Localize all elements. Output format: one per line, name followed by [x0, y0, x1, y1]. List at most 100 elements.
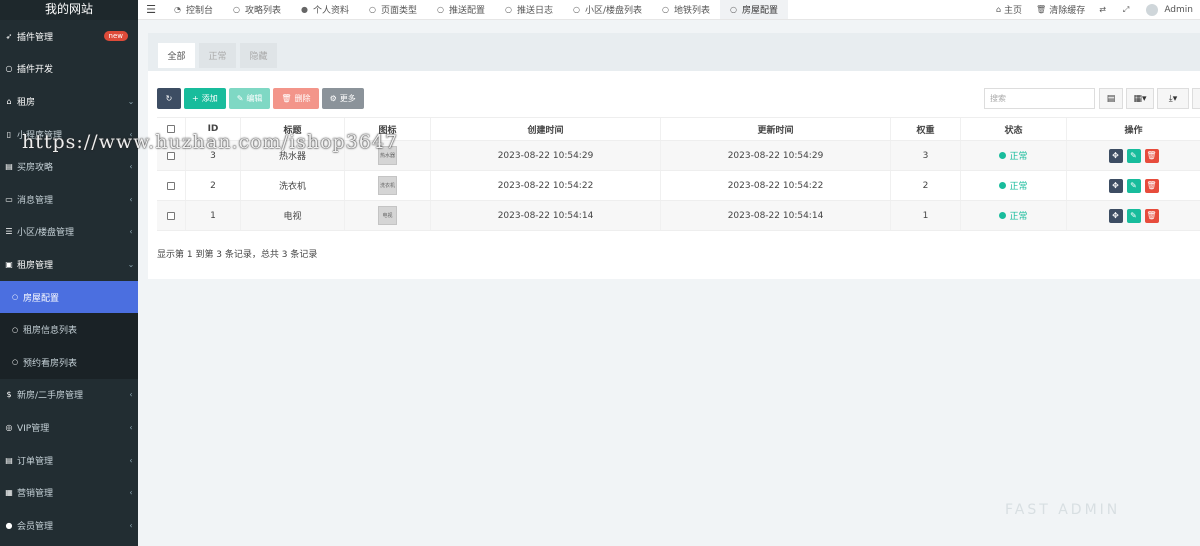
export-button[interactable]: ⤓▾: [1157, 88, 1189, 109]
status-badge[interactable]: 正常: [999, 149, 1028, 162]
status-badge[interactable]: 正常: [999, 209, 1028, 222]
user-menu[interactable]: Admin: [1139, 3, 1200, 16]
table-row[interactable]: 2 洗衣机 洗衣机 2023-08-22 10:54:22 2023-08-22 10:…: [157, 171, 1200, 201]
new-badge: new: [103, 31, 128, 42]
top-tab-label: 推送日志: [516, 6, 553, 16]
top-tab[interactable]: ◔ 控制台: [164, 0, 223, 19]
top-tab[interactable]: ○ 推送配置: [427, 0, 495, 19]
row-edit-button[interactable]: ✎: [1126, 208, 1141, 223]
status-dot-icon: [999, 152, 1007, 159]
refresh-button[interactable]: ↻: [157, 88, 181, 109]
row-delete-button[interactable]: 🗑: [1144, 148, 1159, 163]
sidebar-item[interactable]: ○ 租房信息列表: [0, 313, 138, 346]
cell-actions: ✥ ✎ 🗑: [1067, 201, 1200, 230]
sidebar-item[interactable]: ⌂ 租房 ⌄: [0, 85, 138, 118]
sidebar-item-label: 会员管理: [17, 521, 54, 532]
sidebar-item[interactable]: ○ 房屋配置: [0, 280, 138, 314]
fullscreen-icon: ⤢: [1122, 4, 1130, 14]
thumbnail-image[interactable]: 电视: [378, 206, 397, 225]
sidebar-item[interactable]: ● 会员管理 ‹: [0, 509, 138, 542]
chevron-left-icon: ‹: [129, 422, 133, 432]
tab-normal[interactable]: 正常: [199, 43, 236, 68]
top-tab[interactable]: ○ 页面类型: [359, 0, 427, 19]
sidebar: 我的网站 ➶ 插件管理 new ○ 插件开发 ⌂ 租房 ⌄ ▯ 小程序管理 ‹ ▤ 买房攻略 ‹ ▭ 消息管理…: [0, 0, 138, 546]
drag-sort-button[interactable]: ✥: [1108, 208, 1123, 223]
thumbnail-image[interactable]: 洗衣机: [378, 176, 397, 195]
sidebar-item-label: 预约看房列表: [23, 358, 78, 369]
table-row[interactable]: 1 电视 电视 2023-08-22 10:54:14 2023-08-22 10:54…: [157, 201, 1200, 231]
top-tab-label: 控制台: [185, 6, 213, 16]
menu-icon[interactable]: ☰: [138, 0, 164, 19]
drag-sort-button[interactable]: ✥: [1108, 178, 1123, 193]
tab-hidden[interactable]: 隐藏: [240, 43, 277, 68]
status-label: 正常: [1009, 182, 1028, 192]
cell-title: 洗衣机: [241, 171, 345, 200]
sidebar-item-label: VIP管理: [17, 423, 50, 434]
clear-cache-label: 清除缓存: [1049, 6, 1086, 16]
sidebar-item-label: 插件开发: [17, 65, 54, 76]
clear-cache-button[interactable]: 🗑 清除缓存: [1029, 3, 1092, 16]
header-actions: 操作: [1124, 125, 1143, 136]
circle-icon: ○: [233, 5, 240, 14]
status-label: 正常: [1009, 212, 1028, 222]
edit-button[interactable]: ✎ 编辑: [228, 88, 271, 109]
tab-all[interactable]: 全部: [158, 43, 195, 68]
top-right-menu: ⌂ 主页 🗑 清除缓存 ⇄ ⤢ Admin: [989, 0, 1200, 19]
top-tab[interactable]: ○ 攻略列表: [223, 0, 291, 19]
top-tab[interactable]: ○ 推送日志: [495, 0, 563, 19]
status-badge[interactable]: 正常: [999, 179, 1028, 192]
row-edit-button[interactable]: ✎: [1126, 178, 1141, 193]
sidebar-item-label: 租房信息列表: [23, 326, 78, 337]
sidebar-item[interactable]: ▤ 订单管理 ‹: [0, 444, 138, 477]
row-delete-button[interactable]: 🗑: [1144, 208, 1159, 223]
top-tab[interactable]: ● 个人资料: [291, 0, 359, 19]
sidebar-item[interactable]: ➶ 插件管理 new: [0, 20, 138, 53]
sidebar-menu: ➶ 插件管理 new ○ 插件开发 ⌂ 租房 ⌄ ▯ 小程序管理 ‹ ▤ 买房攻略 ‹ ▭ 消息管理 ‹ ☰ 小区/…: [0, 20, 138, 542]
top-tab[interactable]: ○ 地铁列表: [652, 0, 720, 19]
sidebar-item[interactable]: ▦ 营销管理 ‹: [0, 476, 138, 509]
row-edit-button[interactable]: ✎: [1126, 148, 1141, 163]
square-h-icon: ▣: [5, 259, 13, 269]
top-tab-label: 地铁列表: [674, 6, 711, 16]
search-input[interactable]: 搜索: [984, 88, 1095, 109]
chevron-left-icon: ‹: [129, 520, 133, 530]
vip-icon: ◎: [5, 422, 13, 432]
row-checkbox[interactable]: [167, 211, 175, 220]
add-button[interactable]: + 添加: [184, 88, 226, 109]
delete-button[interactable]: 🗑 删除: [273, 88, 319, 109]
sidebar-item[interactable]: ◎ VIP管理 ‹: [0, 411, 138, 444]
more-tools-button[interactable]: [1192, 88, 1200, 109]
row-delete-button[interactable]: 🗑: [1144, 178, 1159, 193]
sidebar-item-label: 买房攻略: [17, 163, 54, 174]
cell-updated: 2023-08-22 10:54:14: [661, 201, 891, 230]
home-icon: ⌂: [995, 5, 1002, 14]
top-tab-label: 房屋配置: [742, 6, 779, 16]
home-link[interactable]: ⌂ 主页: [989, 3, 1029, 16]
watermark-brand: FAST ADMIN: [1005, 502, 1121, 518]
columns-button[interactable]: ▦▾: [1126, 88, 1154, 109]
drag-sort-button[interactable]: ✥: [1108, 148, 1123, 163]
sidebar-item[interactable]: ▭ 消息管理 ‹: [0, 183, 138, 216]
sidebar-item[interactable]: ○ 插件开发: [0, 53, 138, 86]
chevron-down-icon: ⌄: [127, 259, 135, 269]
circle-icon: ○: [11, 293, 19, 302]
sidebar-item[interactable]: ○ 预约看房列表: [0, 345, 138, 379]
sidebar-item[interactable]: $ 新房/二手房管理 ‹: [0, 379, 138, 412]
site-logo[interactable]: 我的网站: [0, 0, 138, 20]
cell-actions: ✥ ✎ 🗑: [1067, 141, 1200, 170]
translate-button[interactable]: ⇄: [1092, 5, 1116, 14]
top-tab-label: 小区/楼盘列表: [584, 6, 643, 16]
gear-icon: ⚙: [329, 94, 337, 103]
sidebar-item[interactable]: ▤ 买房攻略 ‹: [0, 150, 138, 183]
more-button[interactable]: ⚙ 更多: [321, 88, 364, 109]
header-weight[interactable]: 权重: [891, 118, 961, 140]
sidebar-item[interactable]: ☰ 小区/楼盘管理 ‹: [0, 216, 138, 249]
top-tab-label: 页面类型: [380, 6, 417, 16]
sidebar-item[interactable]: ▣ 租房管理 ⌄: [0, 248, 138, 281]
toggle-view-button[interactable]: ▤: [1099, 88, 1123, 109]
row-checkbox[interactable]: [167, 181, 175, 190]
top-tab[interactable]: ○ 房屋配置: [720, 0, 789, 19]
fullscreen-button[interactable]: ⤢: [1116, 5, 1139, 15]
row-select-cell: [157, 201, 186, 230]
top-tab[interactable]: ○ 小区/楼盘列表: [563, 0, 652, 19]
